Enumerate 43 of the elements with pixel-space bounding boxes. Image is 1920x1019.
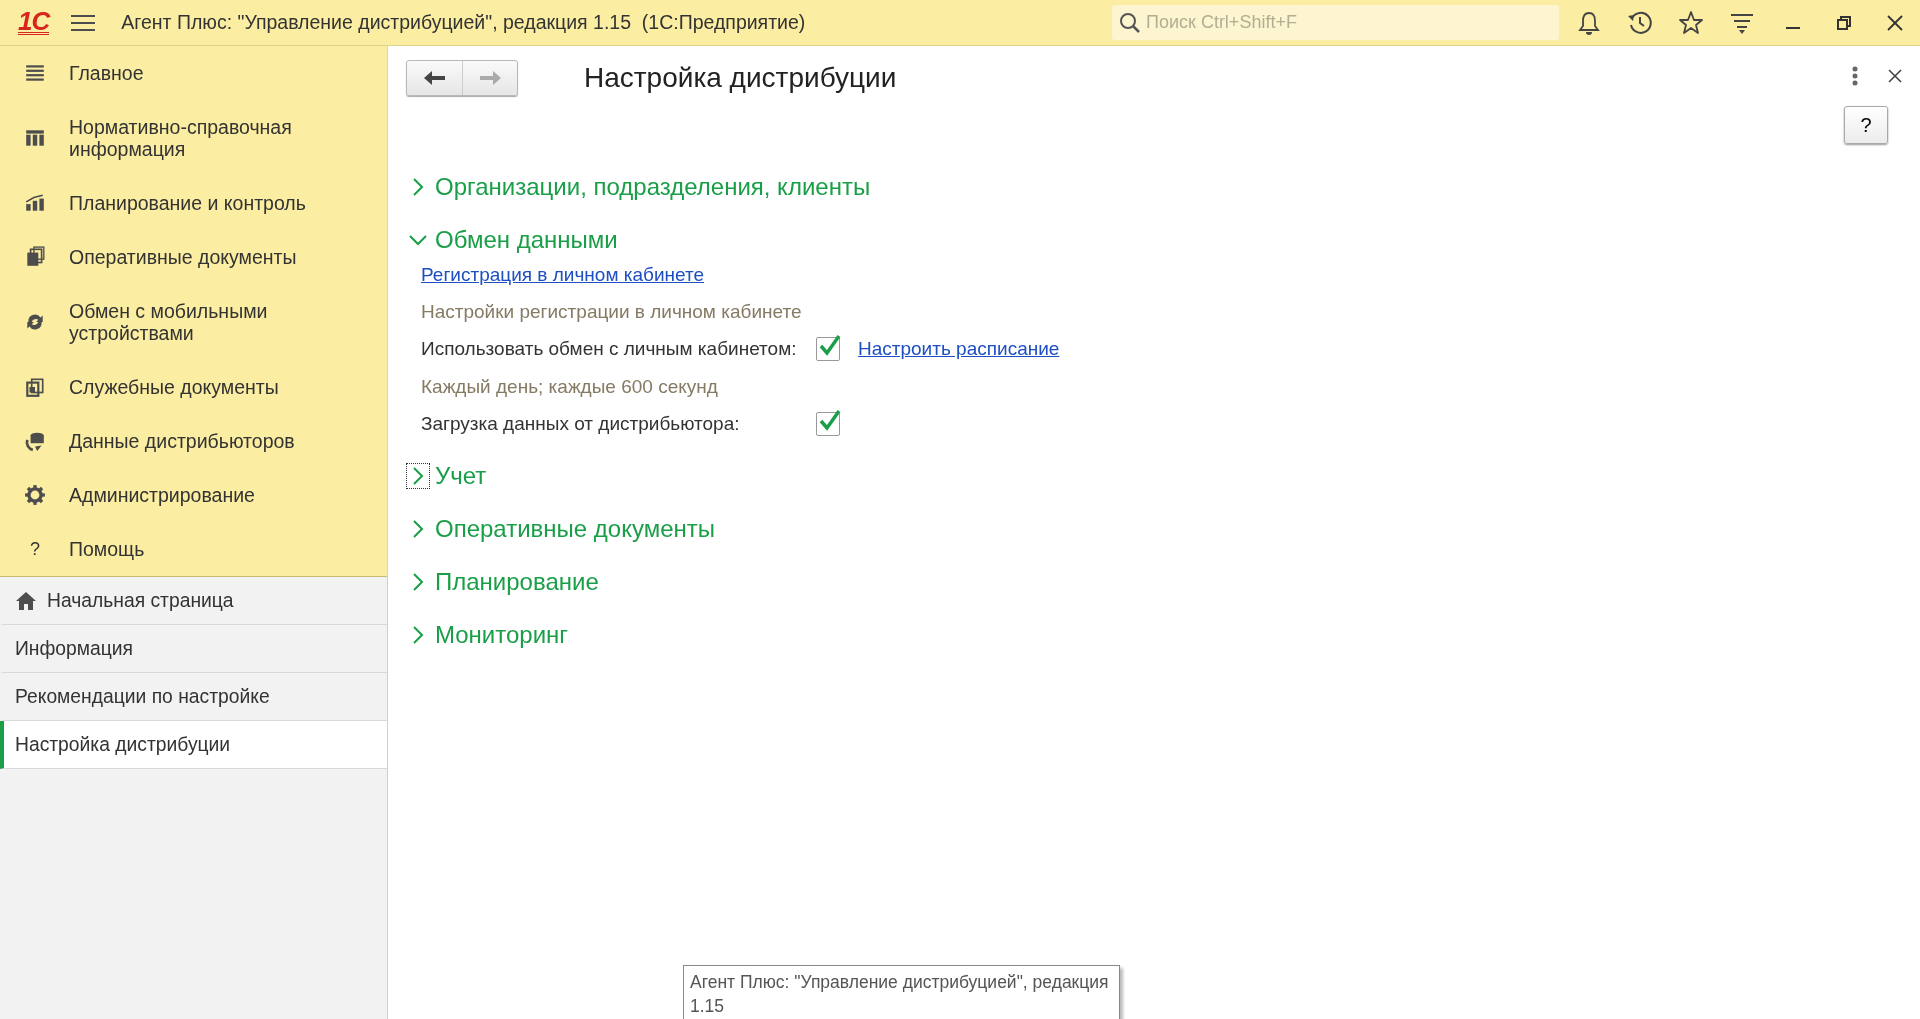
- right-arrow-icon: [478, 70, 502, 86]
- help-icon: ?: [24, 538, 46, 560]
- sync-icon: [24, 311, 46, 333]
- section-item[interactable]: Главное: [0, 46, 387, 100]
- checkbox[interactable]: [816, 412, 840, 436]
- section-item[interactable]: Нормативно-справочная информация: [0, 100, 387, 176]
- database-sync-icon: [24, 430, 46, 452]
- nav-item[interactable]: Информация: [0, 625, 387, 673]
- form-title: Настройка дистрибуции: [584, 62, 897, 94]
- app-logo: 1С: [18, 10, 50, 35]
- section-item[interactable]: Администрирование: [0, 468, 387, 522]
- nav-item[interactable]: Настройка дистрибуции: [0, 721, 387, 769]
- schedule-link[interactable]: Настроить расписание: [858, 338, 1060, 360]
- chevron-right-icon[interactable]: [406, 462, 430, 489]
- search-icon: [1118, 11, 1142, 35]
- checkbox[interactable]: [816, 337, 840, 361]
- window-title: Агент Плюс: "Управление дистрибуцией", редакция 1.15 (1С:Предприятие): [121, 11, 806, 34]
- nav-item[interactable]: Начальная страница: [0, 577, 387, 625]
- section-item[interactable]: Данные дистрибьюторов: [0, 414, 387, 468]
- registration-link[interactable]: Регистрация в личном кабинете: [421, 263, 704, 286]
- help-button[interactable]: ?: [1844, 106, 1888, 144]
- section-item[interactable]: Обмен с мобильными устройствами: [0, 284, 387, 360]
- gear-icon: [24, 484, 46, 506]
- section-item[interactable]: Планирование и контроль: [0, 176, 387, 230]
- info-text: Настройки регистрации в личном кабинете: [421, 300, 802, 323]
- search-field[interactable]: Поиск Ctrl+Shift+F: [1112, 5, 1559, 40]
- checkbox-label: Использовать обмен с личным кабинетом:: [421, 338, 798, 360]
- bar-chart-icon: [24, 192, 46, 214]
- section-item[interactable]: Оперативные документы: [0, 230, 387, 284]
- info-text: Каждый день; каждые 600 секунд: [421, 375, 718, 398]
- documents-icon: [24, 246, 46, 268]
- menu-icon[interactable]: [71, 12, 96, 33]
- home-icon: [15, 590, 37, 611]
- section-item[interactable]: ? Помощь: [0, 522, 387, 576]
- list-icon: [24, 62, 46, 84]
- more-icon[interactable]: [1852, 66, 1858, 86]
- checkbox-label: Загрузка данных от дистрибьютора:: [421, 413, 741, 435]
- close-icon[interactable]: [1888, 69, 1902, 83]
- documents-icon: [24, 376, 46, 398]
- columns-icon: [24, 127, 46, 149]
- section-item[interactable]: Служебные документы: [0, 360, 387, 414]
- left-arrow-icon: [422, 70, 447, 86]
- tooltip: Агент Плюс: "Управление дистрибуцией", редакция 1.15: [683, 965, 1120, 1019]
